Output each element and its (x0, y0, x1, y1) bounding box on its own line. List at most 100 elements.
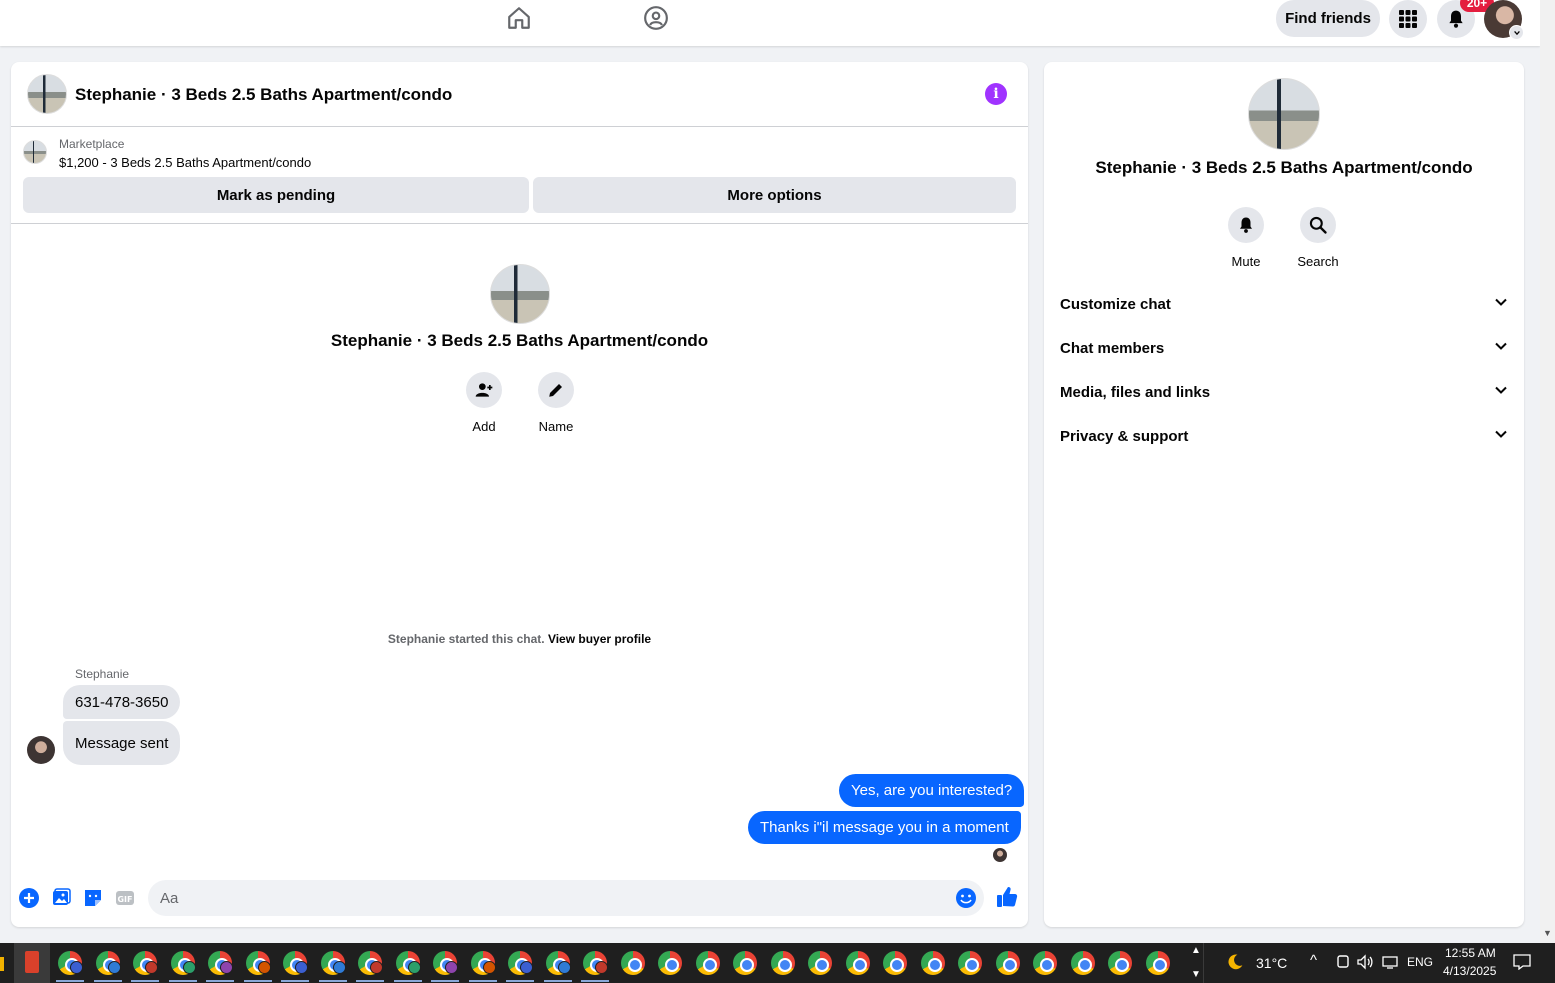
profile-badge-icon (370, 961, 383, 974)
browser-profile-taskbar-icon[interactable] (620, 951, 645, 975)
chat-started-text: Stephanie started this chat. (387, 632, 545, 646)
section-label: Privacy & support (1060, 427, 1189, 445)
browser-profile-taskbar-icon[interactable] (920, 951, 945, 975)
browser-profile-taskbar-icon[interactable] (808, 951, 832, 975)
running-app-indicator (56, 980, 84, 982)
windows-taskbar: ▲ ▼ 31°C ^ ENG 12:55 AM 4/13/2025 (0, 943, 1555, 983)
plus-icon[interactable] (18, 887, 40, 909)
show-hidden-icons-chevron-icon[interactable]: ^ (1310, 952, 1317, 969)
bell-icon[interactable] (1228, 207, 1264, 243)
app-icon (25, 951, 39, 973)
message-composer[interactable] (148, 880, 984, 916)
pencil-icon[interactable] (538, 372, 574, 408)
chat-panel: Stephanie · 3 Beds 2.5 Baths Apartment/c… (11, 62, 1028, 927)
running-app-indicator (506, 980, 534, 982)
seen-receipt-avatar (993, 848, 1007, 862)
mark-as-pending-button[interactable]: Mark as pending (23, 177, 529, 213)
running-app-indicator (131, 980, 159, 982)
weather-moon-icon[interactable] (1226, 953, 1244, 971)
browser-profile-taskbar-icon[interactable] (1070, 951, 1095, 975)
chevron-down-icon (1494, 427, 1508, 445)
page-scrollbar[interactable] (1540, 0, 1555, 943)
like-thumbs-up-icon[interactable] (995, 885, 1019, 909)
taskbar-scroll-up-icon[interactable]: ▲ (1191, 945, 1201, 956)
chat-title[interactable]: Stephanie · 3 Beds 2.5 Baths Apartment/c… (75, 85, 452, 105)
profile-badge-icon (332, 961, 346, 974)
chevron-down-icon (1494, 383, 1508, 401)
sender-avatar[interactable] (27, 736, 55, 764)
chat-center-name: Stephanie · 3 Beds 2.5 Baths Apartment/c… (330, 331, 709, 350)
menu-grid-icon[interactable] (1389, 0, 1427, 38)
message-input[interactable] (160, 880, 940, 916)
mute-label: Mute (1231, 254, 1261, 269)
browser-profile-taskbar-icon[interactable] (845, 951, 870, 975)
running-app-indicator (318, 980, 347, 982)
scroll-down-arrow-icon[interactable]: ▼ (1543, 928, 1552, 938)
search-label: Search (1297, 254, 1339, 269)
search-icon[interactable] (1300, 207, 1336, 243)
browser-profile-taskbar-icon[interactable] (1033, 951, 1057, 975)
mute-button[interactable]: Mute (1216, 207, 1276, 269)
outgoing-message-bubble[interactable]: Yes, are you interested? (839, 774, 1025, 807)
chat-started-note: Stephanie started this chat. View buyer … (11, 632, 1028, 646)
profile-badge-icon (70, 961, 83, 974)
add-people-button[interactable]: Add (454, 372, 514, 434)
browser-profile-taskbar-icon[interactable] (995, 951, 1020, 975)
network-icon[interactable] (1381, 953, 1399, 971)
sticker-icon[interactable] (82, 887, 104, 909)
action-center-notification-icon[interactable] (1513, 953, 1531, 971)
name-label: Name (538, 419, 574, 434)
browser-profile-taskbar-icon[interactable] (770, 951, 795, 975)
info-icon[interactable]: i (985, 83, 1007, 105)
browser-profile-taskbar-icon[interactable] (695, 951, 720, 975)
incoming-message-bubble[interactable]: Message sent (63, 721, 181, 765)
input-language[interactable]: ENG (1407, 955, 1433, 969)
running-app-indicator (93, 980, 122, 982)
browser-profile-taskbar-icon[interactable] (958, 951, 982, 975)
section-label: Media, files and links (1060, 383, 1211, 401)
profile-badge-icon (257, 961, 271, 974)
privacy-support-section[interactable]: Privacy & support (1060, 414, 1508, 458)
marketplace-label: Marketplace (59, 137, 125, 151)
browser-profile-taskbar-icon[interactable] (733, 951, 757, 975)
taskbar-date[interactable]: 4/13/2025 (1443, 964, 1496, 978)
marketplace-listing-thumbnail[interactable] (23, 140, 47, 164)
outgoing-message-bubble[interactable]: Thanks i"il message you in a moment (748, 811, 1021, 844)
taskbar-scroll-down-icon[interactable]: ▼ (1191, 969, 1201, 980)
profile-badge-icon (220, 961, 233, 974)
active-taskbar-app[interactable] (14, 943, 50, 983)
browser-profile-taskbar-icon[interactable] (1145, 951, 1170, 975)
groups-icon[interactable] (642, 4, 670, 32)
weather-temperature[interactable]: 31°C (1256, 955, 1287, 971)
media-files-links-section[interactable]: Media, files and links (1060, 370, 1508, 414)
browser-profile-taskbar-icon[interactable] (1108, 951, 1132, 975)
photo-icon[interactable] (50, 887, 72, 909)
browser-profile-taskbar-icon[interactable] (658, 951, 682, 975)
listing-thumbnail[interactable] (27, 74, 67, 114)
browser-profile-taskbar-icon[interactable] (883, 951, 907, 975)
chat-details-name: Stephanie · 3 Beds 2.5 Baths Apartment/c… (1095, 158, 1473, 177)
view-buyer-profile-link[interactable]: View buyer profile (548, 632, 651, 646)
incoming-message-bubble[interactable]: 631-478-3650 (63, 685, 181, 719)
profile-badge-icon (407, 961, 421, 974)
gif-icon[interactable]: GIF (114, 887, 136, 909)
more-options-button[interactable]: More options (533, 177, 1016, 213)
taskbar-time[interactable]: 12:55 AM (1445, 946, 1496, 960)
chevron-down-icon[interactable] (1509, 25, 1524, 40)
name-chat-button[interactable]: Name (526, 372, 586, 434)
chat-members-section[interactable]: Chat members (1060, 326, 1508, 370)
marketplace-item-title[interactable]: $1,200 - 3 Beds 2.5 Baths Apartment/cond… (59, 155, 311, 170)
profile-badge-icon (520, 961, 533, 974)
emoji-icon[interactable] (955, 887, 977, 909)
add-person-icon[interactable] (466, 372, 502, 408)
home-icon[interactable] (505, 4, 533, 32)
search-button[interactable]: Search (1288, 207, 1348, 269)
volume-icon[interactable] (1356, 953, 1374, 971)
running-app-indicator (206, 980, 234, 982)
meet-now-icon[interactable] (1334, 953, 1352, 971)
find-friends-button[interactable]: Find friends (1276, 0, 1380, 37)
taskbar-edge-marker (0, 957, 4, 971)
svg-text:GIF: GIF (117, 895, 132, 904)
profile-badge-icon (445, 961, 458, 974)
customize-chat-section[interactable]: Customize chat (1060, 282, 1508, 326)
